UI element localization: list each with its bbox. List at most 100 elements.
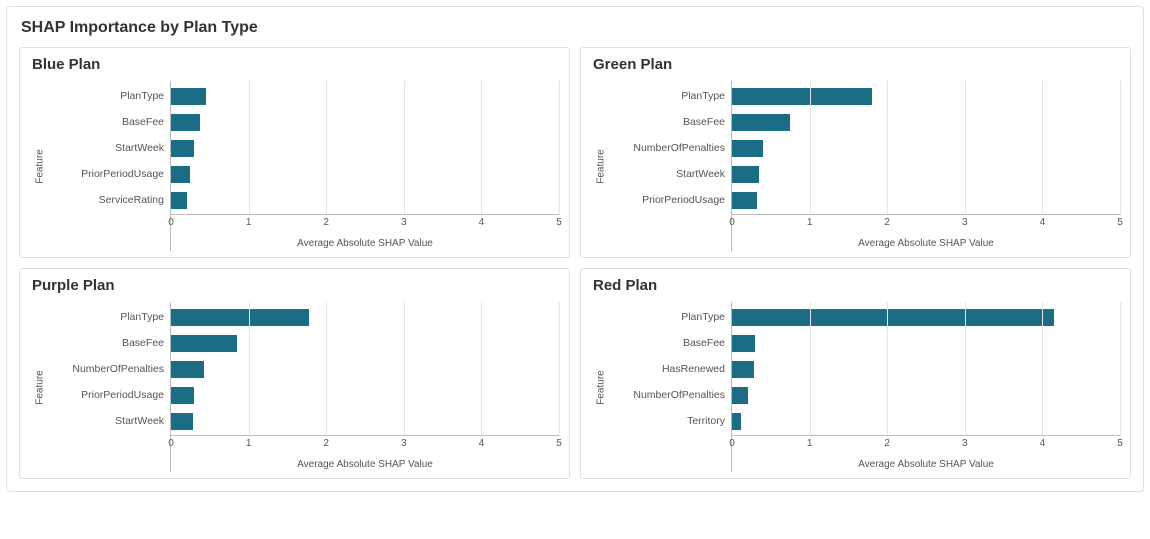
gridline [1042,81,1043,215]
gridline [326,302,327,436]
x-axis-line [171,214,559,215]
gridline [887,302,888,436]
x-ticks: 012345 [732,217,1120,231]
plot-area: 012345 Average Absolute SHAP Value [731,302,1120,472]
bar-row [171,330,559,356]
gridline [326,81,327,215]
gridline [1120,302,1121,436]
bar-row [171,408,559,434]
bars [732,304,1120,434]
x-tick-label: 3 [401,438,407,449]
y-axis-label: Feature [35,149,46,183]
x-tick-label: 4 [1040,217,1046,228]
bar [171,309,309,326]
category-label: BaseFee [611,109,731,135]
x-tick-label: 0 [168,217,174,228]
bar [171,335,237,352]
plot-area: 012345 Average Absolute SHAP Value [170,302,559,472]
y-axis-label: Feature [596,149,607,183]
x-axis-label: Average Absolute SHAP Value [171,459,559,470]
bar [732,88,872,105]
x-tick-label: 4 [1040,438,1046,449]
gridline [404,302,405,436]
gridline [810,81,811,215]
bar-row [171,356,559,382]
category-label: HasRenewed [611,356,731,382]
x-ticks: 012345 [171,438,559,452]
bar-row [171,187,559,213]
category-label: NumberOfPenalties [611,135,731,161]
gridline [810,302,811,436]
x-axis-line [171,435,559,436]
x-axis-line [732,214,1120,215]
panel-blue-plan: Blue Plan Feature PlanType BaseFee Start… [19,47,570,258]
bar [732,114,790,131]
bar-row [732,382,1120,408]
bar-row [171,382,559,408]
panel-red-plan: Red Plan Feature PlanType BaseFee HasRen… [580,268,1131,479]
category-label: PriorPeriodUsage [611,187,731,213]
bar [732,413,741,430]
bar [171,413,193,430]
x-tick-label: 0 [729,438,735,449]
y-categories: PlanType BaseFee HasRenewed NumberOfPena… [611,302,731,472]
x-tick-label: 2 [323,217,329,228]
bar-row [171,83,559,109]
bar-row [732,187,1120,213]
chart-grid: Blue Plan Feature PlanType BaseFee Start… [19,47,1131,479]
panel-green-plan: Green Plan Feature PlanType BaseFee Numb… [580,47,1131,258]
x-tick-label: 2 [323,438,329,449]
category-label: PlanType [611,304,731,330]
category-label: NumberOfPenalties [50,356,170,382]
category-label: ServiceRating [50,187,170,213]
bar-row [171,161,559,187]
gridline [887,81,888,215]
bar-row [732,135,1120,161]
x-tick-label: 3 [962,438,968,449]
bar [171,140,194,157]
bar-row [171,109,559,135]
panel-title: Red Plan [593,277,1120,294]
x-ticks: 012345 [171,217,559,231]
plot-area: 012345 Average Absolute SHAP Value [731,81,1120,251]
bar-row [171,304,559,330]
bars [171,83,559,213]
x-tick-label: 1 [807,217,813,228]
y-axis-label: Feature [596,370,607,404]
bar [171,114,200,131]
bar-row [732,408,1120,434]
gridline [559,81,560,215]
chart: Feature PlanType BaseFee NumberOfPenalti… [591,81,1120,251]
category-label: BaseFee [50,109,170,135]
bar [171,387,194,404]
bar [732,387,748,404]
bars [171,304,559,434]
bar [732,166,759,183]
dashboard-card: SHAP Importance by Plan Type Blue Plan F… [6,6,1144,492]
x-axis-label: Average Absolute SHAP Value [732,459,1120,470]
bar [732,192,757,209]
panel-title: Purple Plan [32,277,559,294]
bar [171,166,190,183]
x-tick-label: 4 [479,217,485,228]
panel-title: Green Plan [593,56,1120,73]
x-tick-label: 1 [246,438,252,449]
gridline [249,302,250,436]
category-label: StartWeek [611,161,731,187]
category-label: BaseFee [50,330,170,356]
category-label: PriorPeriodUsage [50,382,170,408]
y-categories: PlanType BaseFee NumberOfPenalties Prior… [50,302,170,472]
category-label: StartWeek [50,135,170,161]
x-tick-label: 0 [729,217,735,228]
x-tick-label: 3 [401,217,407,228]
bar [732,335,755,352]
category-label: PlanType [611,83,731,109]
category-label: PlanType [50,83,170,109]
x-tick-label: 1 [246,217,252,228]
bar-row [732,83,1120,109]
gridline [481,81,482,215]
bar-row [732,161,1120,187]
category-label: BaseFee [611,330,731,356]
x-tick-label: 2 [884,217,890,228]
gridline [559,302,560,436]
